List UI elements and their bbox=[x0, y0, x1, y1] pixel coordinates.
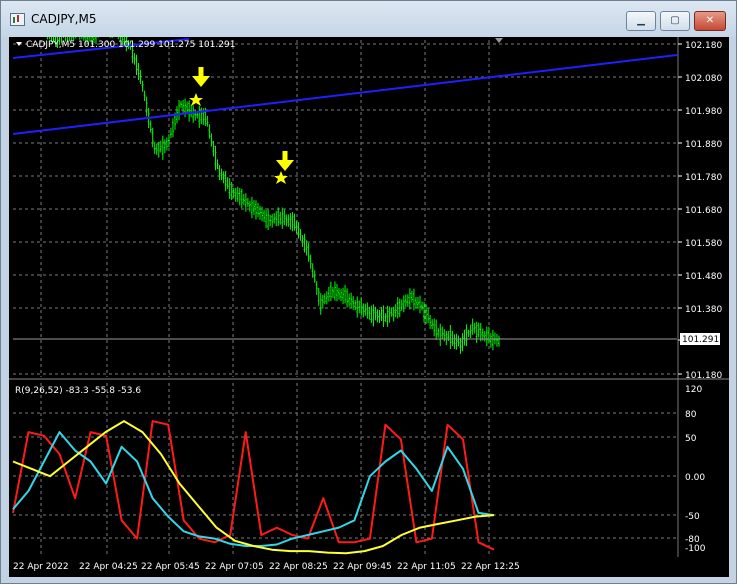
indicator-level-label: 0.00 bbox=[685, 473, 705, 483]
indicator-level-label: -50 bbox=[685, 512, 700, 522]
indicator-fast-line[interactable] bbox=[12, 420, 495, 551]
price-label: 102.180 bbox=[685, 41, 722, 51]
time-label: 22 Apr 09:45 bbox=[333, 562, 392, 572]
time-label: 22 Apr 05:45 bbox=[141, 562, 200, 572]
chart-svg[interactable]: CADJPY,M5 101.300 101.299 101.275 101.29… bbox=[9, 8, 729, 577]
price-label: 102.080 bbox=[685, 74, 722, 84]
signal-star-icon bbox=[189, 93, 203, 106]
price-label: 101.780 bbox=[685, 173, 722, 183]
chart-window: CADJPY,M5 ▁ ▢ ✕ CADJPY,M5 101.300 101.29… bbox=[0, 0, 737, 584]
title-bar[interactable]: CADJPY,M5 ▁ ▢ ✕ bbox=[1, 1, 736, 37]
price-label: 101.980 bbox=[685, 107, 722, 117]
price-label: 101.680 bbox=[685, 206, 722, 216]
time-label: 22 Apr 2022 bbox=[13, 562, 69, 572]
time-label: 22 Apr 08:25 bbox=[269, 562, 328, 572]
time-label: 22 Apr 07:05 bbox=[205, 562, 264, 572]
trendline-lower[interactable] bbox=[12, 54, 678, 135]
sell-arrow-icon bbox=[192, 67, 210, 87]
price-panel-header: CADJPY,M5 101.300 101.299 101.275 101.29… bbox=[26, 40, 235, 50]
chart-area[interactable]: CADJPY,M5 101.300 101.299 101.275 101.29… bbox=[9, 8, 729, 577]
price-label: 101.380 bbox=[685, 305, 722, 315]
indicator-level-label: 80 bbox=[685, 410, 697, 420]
chart-shift-marker[interactable] bbox=[495, 38, 503, 43]
sell-arrow-icon bbox=[276, 151, 294, 171]
price-label: 101.580 bbox=[685, 239, 722, 249]
maximize-button[interactable]: ▢ bbox=[660, 11, 690, 31]
time-label: 22 Apr 11:05 bbox=[397, 562, 456, 572]
indicator-level-label: -100 bbox=[685, 544, 706, 554]
price-label: 101.880 bbox=[685, 140, 722, 150]
indicator-level-label: 120 bbox=[685, 385, 702, 395]
close-button[interactable]: ✕ bbox=[694, 11, 726, 31]
chart-app-icon bbox=[10, 13, 25, 26]
indicator-panel-header: R(9,26,52) -83.3 -55.8 -53.6 bbox=[15, 386, 141, 396]
price-label: 101.480 bbox=[685, 272, 722, 282]
signal-star-icon bbox=[274, 171, 288, 184]
current-price-label: 101.291 bbox=[682, 335, 719, 345]
price-label: 101.180 bbox=[685, 371, 722, 381]
time-label: 22 Apr 12:25 bbox=[461, 562, 520, 572]
minimize-button[interactable]: ▁ bbox=[626, 11, 656, 31]
time-label: 22 Apr 04:25 bbox=[79, 562, 138, 572]
indicator-level-label: 50 bbox=[685, 434, 697, 444]
window-title: CADJPY,M5 bbox=[31, 12, 97, 26]
